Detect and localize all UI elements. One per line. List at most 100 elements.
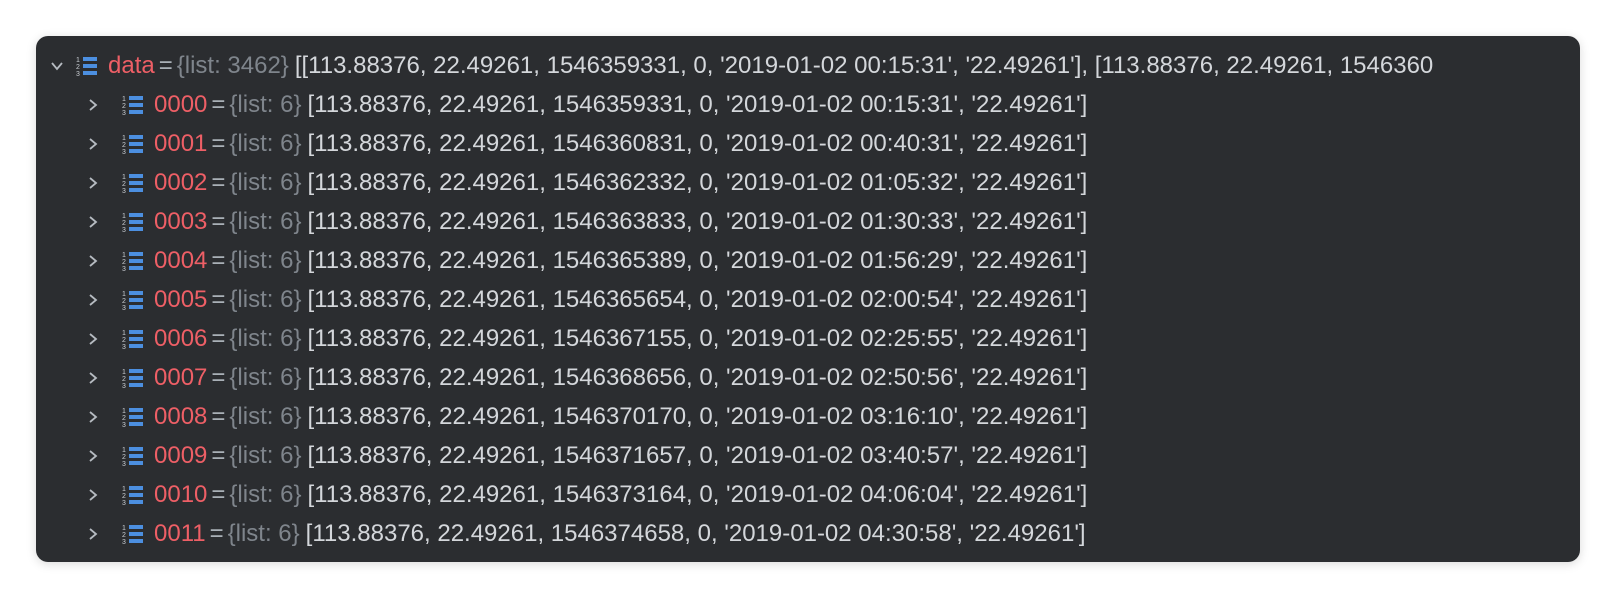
variable-name: 0006 — [154, 325, 208, 352]
svg-text:1: 1 — [122, 408, 126, 415]
equals-sign: = — [209, 520, 224, 547]
svg-text:2: 2 — [122, 493, 126, 500]
chevron-right-icon[interactable] — [82, 523, 104, 545]
svg-text:2: 2 — [122, 103, 126, 110]
clipped-previous-row — [36, 36, 1580, 42]
equals-sign: = — [211, 325, 226, 352]
svg-text:3: 3 — [122, 383, 126, 390]
svg-text:1: 1 — [122, 213, 126, 220]
svg-text:1: 1 — [76, 57, 80, 64]
variable-value: [113.88376, 22.49261, 1546368656, 0, '20… — [307, 364, 1088, 391]
debugger-variables-panel: 1 2 3 data = {list: 3462} [[113.88376, 2… — [36, 36, 1580, 562]
variable-name: 0000 — [154, 91, 208, 118]
variable-row[interactable]: 1 2 3 0011 = {list: 6} [113.88376, 22.49261, 1… — [36, 514, 1580, 554]
svg-text:1: 1 — [122, 96, 126, 103]
variable-value: [113.88376, 22.49261, 1546363833, 0, '20… — [307, 208, 1088, 235]
variable-row[interactable]: 1 2 3 0004 = {list: 6} [113.88376, 22.49261, 1… — [36, 241, 1580, 281]
svg-text:3: 3 — [122, 539, 126, 546]
variable-row[interactable]: 1 2 3 0003 = {list: 6} [113.88376, 22.49261, 1… — [36, 202, 1580, 242]
variable-name: 0004 — [154, 247, 208, 274]
list-icon: 123 — [122, 249, 144, 273]
variable-type: {list: 6} — [229, 247, 302, 274]
equals-sign: = — [211, 247, 226, 274]
svg-text:1: 1 — [122, 135, 126, 142]
equals-sign: = — [211, 130, 226, 157]
chevron-down-icon[interactable] — [46, 55, 68, 77]
variable-type: {list: 6} — [229, 364, 302, 391]
variable-name: 0011 — [154, 520, 206, 547]
svg-text:2: 2 — [122, 532, 126, 539]
chevron-right-icon[interactable] — [82, 445, 104, 467]
variable-name: 0005 — [154, 286, 208, 313]
variable-type: {list: 3462} — [176, 52, 289, 79]
svg-text:3: 3 — [122, 110, 126, 117]
variable-name: 0001 — [154, 130, 208, 157]
variable-row[interactable]: 1 2 3 0006 = {list: 6} [113.88376, 22.49261, 1… — [36, 319, 1580, 359]
svg-text:2: 2 — [122, 220, 126, 227]
variable-row[interactable]: 1 2 3 0005 = {list: 6} [113.88376, 22.49261, 1… — [36, 280, 1580, 320]
svg-text:3: 3 — [122, 344, 126, 351]
chevron-right-icon[interactable] — [82, 211, 104, 233]
variable-value: [113.88376, 22.49261, 1546365389, 0, '20… — [307, 247, 1088, 274]
variable-row-data[interactable]: 1 2 3 data = {list: 3462} [[113.88376, 2… — [36, 46, 1580, 86]
variable-name: 0009 — [154, 442, 208, 469]
variable-type: {list: 6} — [229, 481, 302, 508]
chevron-right-icon[interactable] — [82, 172, 104, 194]
svg-text:1: 1 — [122, 486, 126, 493]
svg-text:3: 3 — [122, 149, 126, 156]
svg-text:2: 2 — [122, 454, 126, 461]
variable-value: [113.88376, 22.49261, 1546365654, 0, '20… — [307, 286, 1088, 313]
variable-value: [113.88376, 22.49261, 1546371657, 0, '20… — [307, 442, 1088, 469]
variable-type: {list: 6} — [229, 286, 302, 313]
svg-text:3: 3 — [122, 422, 126, 429]
svg-text:2: 2 — [76, 64, 80, 71]
list-icon: 123 — [122, 210, 144, 234]
variable-row[interactable]: 1 2 3 0008 = {list: 6} [113.88376, 22.49261, 1… — [36, 397, 1580, 437]
variable-name: 0002 — [154, 169, 208, 196]
list-icon: 123 — [122, 483, 144, 507]
variable-type: {list: 6} — [229, 130, 302, 157]
equals-sign: = — [211, 91, 226, 118]
svg-text:3: 3 — [122, 227, 126, 234]
variable-value: [113.88376, 22.49261, 1546370170, 0, '20… — [307, 403, 1088, 430]
chevron-right-icon[interactable] — [82, 406, 104, 428]
chevron-right-icon[interactable] — [82, 94, 104, 116]
variable-value: [113.88376, 22.49261, 1546362332, 0, '20… — [307, 169, 1088, 196]
variable-name: 0007 — [154, 364, 208, 391]
equals-sign: = — [211, 481, 226, 508]
list-icon: 123 — [122, 171, 144, 195]
equals-sign: = — [211, 286, 226, 313]
svg-text:2: 2 — [122, 181, 126, 188]
chevron-right-icon[interactable] — [82, 484, 104, 506]
list-icon: 123 — [122, 288, 144, 312]
variable-type: {list: 6} — [229, 442, 302, 469]
variable-row[interactable]: 1 2 3 0002 = {list: 6} [113.88376, 22.49261, 1… — [36, 163, 1580, 203]
list-icon: 1 2 3 — [76, 54, 98, 78]
list-icon: 123 — [122, 93, 144, 117]
chevron-right-icon[interactable] — [82, 367, 104, 389]
variable-row[interactable]: 1 2 3 0001 = {list: 6} [113.88376, 22.49261, 1… — [36, 124, 1580, 164]
svg-text:2: 2 — [122, 376, 126, 383]
chevron-right-icon[interactable] — [82, 133, 104, 155]
svg-text:1: 1 — [122, 252, 126, 259]
variable-row[interactable]: 1 2 3 0007 = {list: 6} [113.88376, 22.49261, 1… — [36, 358, 1580, 398]
variable-type: {list: 6} — [229, 91, 302, 118]
svg-text:1: 1 — [122, 291, 126, 298]
list-icon: 123 — [122, 327, 144, 351]
variable-value: [113.88376, 22.49261, 1546373164, 0, '20… — [307, 481, 1088, 508]
chevron-right-icon[interactable] — [82, 250, 104, 272]
svg-text:3: 3 — [122, 266, 126, 273]
chevron-right-icon[interactable] — [82, 289, 104, 311]
variable-row[interactable]: 1 2 3 0010 = {list: 6} [113.88376, 22.49261, 1… — [36, 475, 1580, 515]
chevron-right-icon[interactable] — [82, 328, 104, 350]
svg-text:3: 3 — [122, 500, 126, 507]
svg-text:3: 3 — [122, 461, 126, 468]
variable-row[interactable]: 1 2 3 0009 = {list: 6} [113.88376, 22.49261, 1… — [36, 436, 1580, 476]
variable-type: {list: 6} — [229, 325, 302, 352]
variable-value: [[113.88376, 22.49261, 1546359331, 0, '2… — [294, 52, 1434, 79]
equals-sign: = — [158, 52, 173, 79]
variable-value: [113.88376, 22.49261, 1546360831, 0, '20… — [307, 130, 1088, 157]
svg-text:2: 2 — [122, 415, 126, 422]
variable-row[interactable]: 1 2 3 0000 = {list: 6} [113.88376, 22.49261, 1… — [36, 85, 1580, 125]
variable-type: {list: 6} — [229, 169, 302, 196]
